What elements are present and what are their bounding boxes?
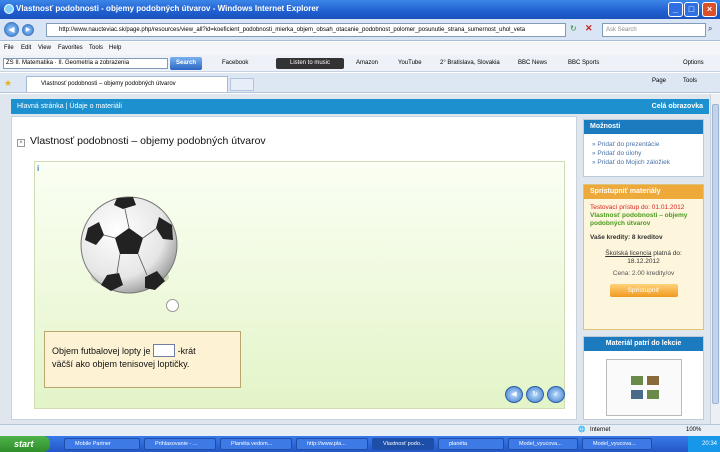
clock: 20:34 [688, 436, 720, 452]
replay-button[interactable]: ↻ [526, 386, 544, 403]
menu-edit[interactable]: Edit [21, 42, 31, 55]
bbc-sports-link[interactable]: BBC Sports [568, 59, 599, 68]
check-button[interactable]: ✓ [547, 386, 565, 403]
ie-window: Vlastnosť podobnosti - objemy podobných … [0, 0, 720, 452]
options-link[interactable]: Options [683, 59, 704, 68]
minimize-button[interactable]: _ [668, 2, 683, 17]
title-bar: Vlastnosť podobnosti - objemy podobných … [0, 0, 720, 19]
tab-active[interactable]: Vlastnosť podobnosti – objemy podobných … [26, 76, 228, 92]
option-add-task[interactable]: » Pridať do úlohy [592, 149, 703, 158]
site-nav-links[interactable]: Hlavná stránka | Údaje o materiáli [17, 99, 122, 114]
main-panel: × Vlastnosť podobnosti – objemy podobnýc… [11, 116, 577, 420]
license-link[interactable]: Školská licencia [605, 250, 651, 257]
category-select[interactable]: ZŠ II. Matematika · II. Geometria a zobr… [3, 58, 168, 69]
new-tab-button[interactable] [230, 78, 254, 91]
question-text: Objem futbalovej lopty je [52, 346, 151, 356]
football-image [80, 196, 178, 294]
task-http[interactable]: http://www.pla... [296, 438, 368, 450]
page-menu[interactable]: Page [652, 78, 666, 84]
tab-row: ★ Vlastnosť podobnosti – objemy podobnýc… [0, 73, 720, 93]
unlock-button[interactable]: Sprístupniť [609, 284, 678, 297]
menu-help[interactable]: Help [109, 42, 121, 55]
task-model-2[interactable]: Model_vyucova... [582, 438, 652, 450]
weather-link[interactable]: 2° Bratislava, Slovakia [440, 59, 500, 68]
toolbar-search-button[interactable]: Search [170, 57, 202, 70]
option-add-presentation[interactable]: » Pridať do prezentácie [592, 140, 703, 149]
bbc-news-link[interactable]: BBC News [518, 59, 547, 68]
collapse-icon[interactable]: × [17, 139, 25, 147]
youtube-link[interactable]: YouTube [398, 59, 422, 68]
scrollbar-thumb[interactable] [712, 104, 719, 404]
page-title: Vlastnosť podobnosti – objemy podobných … [30, 135, 266, 147]
taskbar: start Mobile Partner Prihlasovanie - ...… [0, 436, 720, 452]
address-bar: ◀ ▶ http://www.naucteviac.sk/page.php/re… [0, 19, 720, 41]
test-access-text: Testovací prístup do: 01.01.2012 [590, 204, 685, 211]
info-icon[interactable]: i [37, 164, 39, 173]
facebook-link[interactable]: Facebook [222, 59, 248, 68]
window-title: Vlastnosť podobnosti - objemy podobných … [16, 4, 319, 13]
task-prihlasovanie[interactable]: Prihlasovanie - ... [144, 438, 216, 450]
maximize-button[interactable]: □ [684, 2, 699, 17]
forward-icon[interactable]: ▶ [22, 24, 34, 36]
vertical-scrollbar[interactable] [710, 94, 720, 424]
option-add-bookmark[interactable]: » Pridať do Mojich záložiek [592, 158, 703, 167]
question-suffix: -krát [177, 346, 196, 356]
material-name: Vlastnosť podobnosti – objemy podobných … [590, 212, 688, 227]
task-model-1[interactable]: Model_vyucova... [508, 438, 578, 450]
options-header: Možnosti [584, 120, 703, 134]
question-box: Objem futbalovej lopty je -krát väčší ak… [44, 331, 241, 388]
menu-file[interactable]: File [4, 42, 14, 55]
task-mobile-partner[interactable]: Mobile Partner [64, 438, 140, 450]
lesson-header: Materiál patrí do lekcie [584, 337, 703, 351]
menu-bar: File Edit View Favorites Tools Help [0, 42, 720, 55]
tools-menu[interactable]: Tools [683, 78, 697, 84]
options-panel: Možnosti » Pridať do prezentácie » Prida… [583, 119, 704, 177]
site-nav-bar: Hlavná stránka | Údaje o materiáli Celá … [11, 99, 709, 114]
zone-text: Internet [590, 427, 611, 433]
lesson-panel: Materiál patrí do lekcie [583, 336, 704, 420]
access-header: Sprístupniť materiály [584, 185, 703, 199]
task-planeta-vedom[interactable]: Planéta vedom... [220, 438, 292, 450]
menu-tools[interactable]: Tools [89, 42, 103, 55]
links-toolbar: ZŠ II. Matematika · II. Geometria a zobr… [0, 55, 720, 72]
fullscreen-link[interactable]: Celá obrazovka [652, 99, 703, 114]
answer-input[interactable] [153, 344, 176, 357]
globe-icon: 🌐 [578, 427, 586, 433]
lesson-thumbnail[interactable] [606, 359, 682, 416]
animation-stage: i Objem futbalovej lopty je -krát väčší … [34, 161, 565, 409]
favorites-star-icon[interactable]: ★ [4, 78, 12, 89]
question-text-2: väčší ako objem tenisovej loptičky. [52, 359, 190, 369]
task-planeta[interactable]: planéta [438, 438, 504, 450]
start-button[interactable]: start [0, 436, 50, 452]
listen-music-button[interactable]: Listen to music [276, 58, 344, 69]
close-button[interactable]: × [702, 2, 717, 17]
access-panel: Sprístupniť materiály Testovací prístup … [583, 184, 704, 330]
refresh-icon[interactable]: ↻ [570, 24, 577, 33]
ie-logo-icon [4, 4, 14, 14]
menu-view[interactable]: View [38, 42, 51, 55]
zoom-level[interactable]: 100% [686, 425, 701, 436]
amazon-link[interactable]: Amazon [356, 59, 378, 68]
price-text: Cena: 2.00 kredity/ov [612, 270, 675, 277]
status-bar: 🌐 Internet 100% [0, 424, 720, 436]
license-text: Školská licencia platná do: 18.12.2012 [605, 250, 682, 265]
menu-favorites[interactable]: Favorites [58, 42, 83, 55]
tennis-ball-image [166, 299, 179, 312]
search-icon[interactable]: ⌕ [708, 24, 712, 34]
task-vlastnost[interactable]: Vlastnosť podo... [372, 438, 434, 450]
url-field[interactable]: http://www.naucteviac.sk/page.php/resour… [46, 23, 566, 37]
page-content: Hlavná stránka | Údaje o materiáli Celá … [0, 94, 710, 424]
stop-icon[interactable]: ✕ [585, 23, 593, 34]
search-input[interactable]: Ask Search [602, 23, 706, 37]
prev-button[interactable]: ◀ [505, 386, 523, 403]
credits-text: Vaše kredity: 8 kreditov [590, 234, 663, 241]
back-icon[interactable]: ◀ [4, 22, 19, 37]
